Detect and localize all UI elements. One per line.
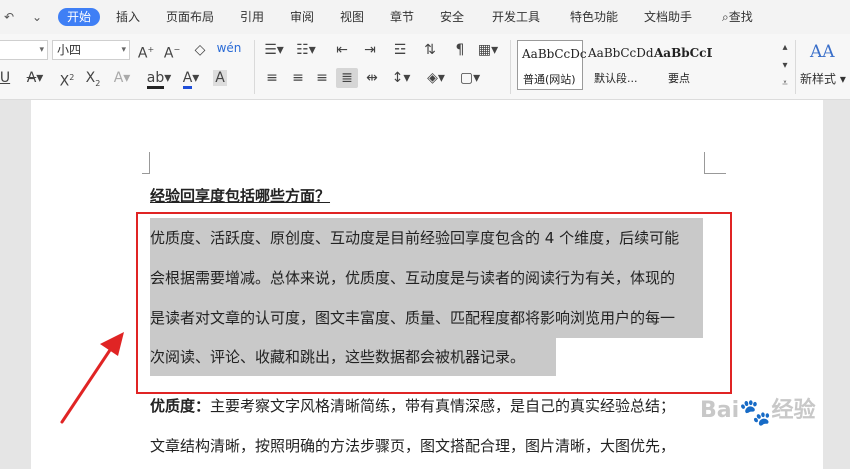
character-shading-icon[interactable]: A — [210, 68, 230, 88]
numbered-list-icon[interactable]: ☷▾ — [294, 40, 318, 60]
align-center-icon[interactable]: ≡ — [288, 68, 308, 88]
customize-dropdown-icon[interactable]: ⌄ — [32, 8, 42, 26]
crop-mark-top-right — [704, 152, 726, 174]
search-icon: ⌕ — [722, 10, 729, 24]
tab-chapter[interactable]: 章节 — [390, 8, 414, 26]
term-description: 主要考察文字风格清晰简练，带有真情深感，是自己的真实经验总结； — [210, 397, 676, 415]
tab-review[interactable]: 审阅 — [290, 8, 314, 26]
style-normal-web[interactable]: AaBbCcDc 普通(网站) — [517, 40, 587, 90]
table-tools-icon[interactable]: ▦▾ — [476, 40, 500, 60]
tab-view[interactable]: 视图 — [340, 8, 364, 26]
baidu-jingyan-watermark: Bai🐾经验 — [700, 398, 816, 428]
tab-document-assistant[interactable]: 文档助手 — [644, 8, 692, 26]
paragraph-structure[interactable]: 文章结构清晰，按照明确的方法步骤页，图文搭配合理，图片清晰，大图优先， — [150, 436, 675, 456]
shrink-font-icon[interactable]: A− — [162, 40, 182, 62]
tab-references[interactable]: 引用 — [240, 8, 264, 26]
strikethrough-icon[interactable]: A▾ — [22, 68, 48, 88]
font-size-value: 小四 — [57, 43, 82, 57]
term-label: 优质度： — [150, 397, 211, 415]
style-default-paragraph[interactable]: AaBbCcDd 默认段... — [584, 40, 654, 90]
show-marks-icon[interactable]: ¶ — [450, 40, 470, 60]
tab-special-features[interactable]: 特色功能 — [570, 8, 618, 26]
crop-mark-top-left — [142, 152, 150, 174]
document-heading[interactable]: 经验回享度包括哪些方面？ — [150, 186, 330, 206]
ribbon-separator — [795, 40, 796, 94]
font-size-combo[interactable]: 小四 ▾ — [52, 40, 130, 60]
style-name: 要点 — [668, 72, 690, 85]
superscript-icon[interactable]: X2 — [56, 68, 78, 90]
undo-icon[interactable]: ↶ — [4, 8, 14, 26]
ribbon-separator — [510, 40, 511, 94]
borders-icon[interactable]: ▢▾ — [456, 68, 484, 88]
sort-icon[interactable]: ⇅ — [420, 40, 440, 60]
bullet-list-icon[interactable]: ☰▾ — [262, 40, 286, 60]
style-sample: AaBbCcDd — [588, 46, 654, 60]
increase-indent-icon[interactable]: ⇥ — [360, 40, 380, 60]
tab-page-layout[interactable]: 页面布局 — [166, 8, 214, 26]
paw-icon: 🐾 — [739, 398, 772, 428]
align-left-icon[interactable]: ≡ — [262, 68, 282, 88]
style-sample: AaBbCcDc — [654, 46, 712, 60]
chevron-down-icon: ▾ — [121, 45, 126, 55]
new-style-button[interactable]: AA 新样式 ▾ — [800, 40, 848, 94]
underline-icon[interactable]: U — [0, 68, 12, 88]
search-label: 查找 — [728, 10, 753, 24]
chevron-down-icon: ▾ — [39, 45, 44, 55]
pinyin-guide-icon[interactable]: wén — [216, 38, 242, 58]
tab-security[interactable]: 安全 — [440, 8, 464, 26]
gallery-expand-icon[interactable]: ⩡ — [778, 74, 792, 94]
align-right-icon[interactable]: ≡ — [312, 68, 332, 88]
text-effect-icon[interactable]: A▾ — [108, 68, 136, 88]
distributed-align-icon[interactable]: ⇹ — [362, 68, 382, 88]
tab-insert[interactable]: 插入 — [116, 8, 140, 26]
annotation-highlight-box — [136, 212, 732, 394]
clear-format-icon[interactable]: ◇ — [190, 40, 210, 60]
tab-home[interactable]: 开始 — [58, 8, 101, 26]
justify-icon[interactable]: ≣ — [336, 68, 358, 88]
style-name: 默认段... — [594, 72, 638, 85]
line-spacing-icon[interactable]: ↕▾ — [388, 68, 414, 88]
menu-bar: ↶ ⌄ 开始 插入 页面布局 引用 审阅 视图 章节 安全 开发工具 特色功能 … — [0, 0, 850, 34]
style-key-point[interactable]: AaBbCcDc 要点 — [650, 40, 712, 90]
ribbon-separator — [254, 40, 255, 94]
search-button[interactable]: ⌕查找 — [722, 8, 753, 26]
style-name: 普通(网站) — [523, 73, 576, 86]
new-style-label: 新样式 ▾ — [800, 72, 846, 86]
subscript-icon[interactable]: X2 — [82, 68, 104, 88]
new-style-icon: AA — [810, 42, 835, 62]
gallery-scroll-up-icon[interactable]: ▴ — [778, 38, 792, 58]
ribbon-toolbar: ▾ 小四 ▾ A+ A− ◇ wén U A▾ X2 X2 A▾ ab▾ A▾ A… — [0, 34, 850, 100]
annotation-arrow-icon — [60, 332, 124, 424]
grow-font-icon[interactable]: A+ — [136, 40, 156, 62]
tab-developer[interactable]: 开发工具 — [492, 8, 540, 26]
gallery-scroll-down-icon[interactable]: ▾ — [778, 56, 792, 76]
highlight-color-icon[interactable]: ab▾ — [144, 68, 174, 89]
font-name-combo[interactable]: ▾ — [0, 40, 48, 60]
paragraph-quality[interactable]: 优质度：主要考察文字风格清晰简练，带有真情深感，是自己的真实经验总结； — [150, 396, 675, 416]
style-sample: AaBbCcDc — [522, 47, 587, 61]
shading-fill-icon[interactable]: ◈▾ — [422, 68, 450, 88]
decrease-indent-icon[interactable]: ⇤ — [332, 40, 352, 60]
font-color-icon[interactable]: A▾ — [178, 68, 204, 89]
asian-layout-icon[interactable]: ☲ — [390, 40, 410, 60]
